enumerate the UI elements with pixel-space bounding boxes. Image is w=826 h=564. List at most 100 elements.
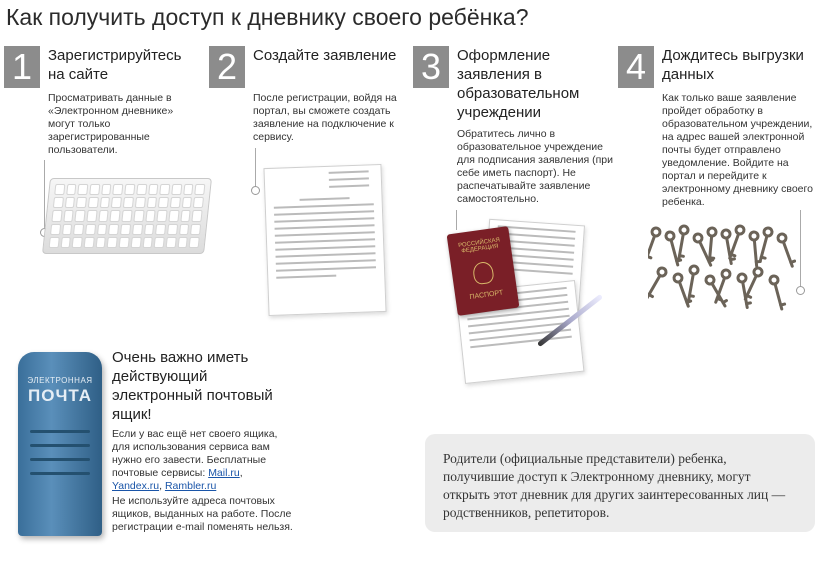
keyboard-key [136,184,147,196]
key-icon [768,274,787,311]
keyboard-key [180,210,191,222]
keyboard-key [63,210,74,222]
keyboard-key [158,197,169,209]
keyboard-key [181,197,193,209]
keyboard-key [193,197,204,209]
keyboard-key [74,210,86,222]
keyboard-key [99,197,111,209]
keyboard-image [42,178,212,254]
yandex-link[interactable]: Yandex.ru [112,480,159,492]
keyboard-key [48,236,60,248]
mailbox-slot [30,444,90,447]
connector-dot [251,186,260,195]
mailbox-label: ПОЧТА [28,386,92,405]
separator: , [239,467,243,479]
keyboard-key [156,210,168,222]
keyboard-key [112,184,124,196]
keyboard-key [121,210,133,222]
keyboard-key [83,236,95,248]
keyboard-key [86,210,98,222]
keyboard-key [107,236,118,248]
mail-intro: Если у вас ещё нет своего ящика, для исп… [112,428,278,479]
step-number: 4 [618,46,654,88]
step-number: 2 [209,46,245,88]
mail-ru-link[interactable]: Mail.ru [208,467,240,479]
step-title: Дождитесь выгрузки данных [662,47,804,83]
keyboard-key [182,184,194,196]
keyboard-key [77,184,89,196]
keyboard-key [143,223,155,235]
mailbox-label: ЭЛЕКТРОННАЯ [27,376,93,385]
keyboard-key [108,223,120,235]
step-number: 3 [413,46,449,88]
mail-services-text: Если у вас ещё нет своего ящика, для исп… [112,428,282,493]
key-icon [776,232,796,268]
application-form-image [263,163,387,317]
keyboard-key [190,223,202,235]
page-title: Как получить доступ к дневнику своего ре… [6,4,529,30]
keyboard-key [194,184,206,196]
keyboard-key [52,197,64,209]
key-icon [648,226,662,262]
keyboard-key [72,236,83,248]
mailbox-image: ЭЛЕКТРОННАЯ ПОЧТА [18,352,102,536]
keyboard-key [60,236,72,248]
rambler-link[interactable]: Rambler.ru [165,480,216,492]
keyboard-key [73,223,85,235]
keyboard-key [118,236,130,248]
keyboard-key [61,223,73,235]
keyboard-key [87,197,99,209]
keyboard-key [178,223,190,235]
keyboard-key [159,184,171,196]
mailbox-slot [30,472,90,475]
step-number: 1 [4,46,40,88]
keyboard-key [142,236,154,248]
keyboard-key [134,197,146,209]
mail-warning: Не используйте адреса почтовых ящиков, в… [112,495,293,533]
keyboard-key [120,223,132,235]
step-title: Зарегистрируйтесь на сайте [48,47,182,83]
step-text: Просматривать данные в «Электронном днев… [48,92,174,156]
step-text: После регистрации, войдя на портал, вы с… [253,92,397,143]
info-note-text: Родители (официальные представители) реб… [443,451,786,520]
mailbox-slot [30,458,90,461]
keyboard-key [54,184,66,196]
connector-line [255,148,256,188]
keyboard-key [166,223,178,235]
connector-dot [796,286,805,295]
keyboard-key [171,184,182,196]
key-icon [687,264,700,302]
keyboard-key [122,197,134,209]
keyboard-key [89,184,101,196]
key-icon [648,266,668,300]
keyboard-key [133,210,145,222]
emblem-icon [471,260,495,286]
keyboard-key [147,184,159,196]
step-text: Обратитесь лично в образовательное учреж… [457,128,613,205]
passport-label: ПАСПОРТ [469,289,504,302]
keyboard-key [98,210,110,222]
keyboard-key [146,197,158,209]
keyboard-key [96,223,108,235]
key-icon [677,224,690,262]
keyboard-key [124,184,136,196]
connector-line [456,210,457,230]
keyboard-key [188,236,200,248]
info-note: Родители (официальные представители) реб… [425,434,815,532]
keyboard-key [51,210,63,222]
keyboard-key [144,210,156,222]
keyboard-key [109,210,121,222]
connector-line [800,210,801,288]
mail-heading: Очень важно иметь действующий электронны… [112,349,273,423]
step-text: Как только ваше заявление пройдет обрабо… [662,92,813,208]
keyboard-key [65,184,77,196]
keys-image [648,224,796,311]
keyboard-key [50,223,61,235]
mailbox-slot [30,430,90,433]
passport-image: РОССИЙСКАЯ ФЕДЕРАЦИЯ ПАСПОРТ [446,226,520,316]
keyboard-key [168,210,180,222]
step-title: Оформление заявления в образовательном у… [457,47,580,121]
keyboard-key [85,223,96,235]
keyboard-key [100,184,112,196]
keyboard-key [111,197,123,209]
